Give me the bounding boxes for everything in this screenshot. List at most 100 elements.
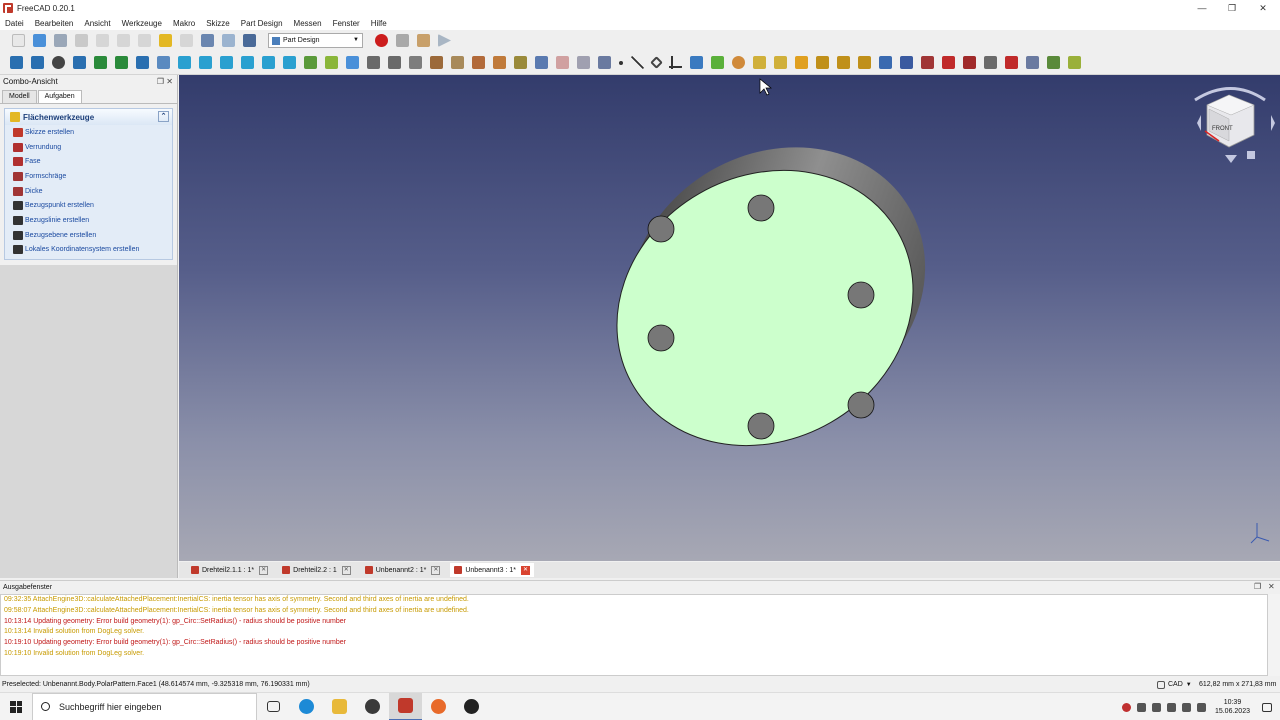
subtractive-primitive-icon[interactable] — [493, 56, 506, 69]
pad-feature-icon[interactable] — [690, 56, 703, 69]
output-log[interactable]: 09:32:35 AttachEngine3D::calculateAttach… — [0, 594, 1268, 676]
menu-messen[interactable]: Messen — [294, 19, 322, 28]
tab-modell[interactable]: Modell — [2, 90, 37, 103]
navigation-style-label[interactable]: CAD — [1168, 681, 1183, 688]
datum-plane-toolbar-icon[interactable] — [650, 56, 663, 69]
macro-run-icon[interactable] — [438, 34, 451, 47]
doc-tab[interactable]: Drehteil2.2 : 1 ✕ — [278, 563, 355, 577]
combo-view-controls[interactable]: ❐ ✕ — [157, 77, 173, 86]
link-icon[interactable] — [367, 56, 380, 69]
mirrored-icon[interactable] — [535, 56, 548, 69]
recompute-icon[interactable] — [222, 34, 235, 47]
taskbar-explorer[interactable] — [323, 693, 356, 720]
datum-point-toolbar-icon[interactable] — [619, 60, 623, 65]
taskbar-freecad[interactable] — [389, 692, 422, 720]
hole-icon[interactable] — [837, 56, 850, 69]
back-icon[interactable] — [94, 56, 107, 69]
taskbar-search[interactable]: Suchbegriff hier eingeben — [32, 692, 257, 720]
cut-icon[interactable] — [96, 34, 109, 47]
navigation-cube[interactable]: FRONT — [1194, 87, 1275, 164]
task-panel-header[interactable]: Flächenwerkzeuge ⌃ — [5, 109, 172, 125]
doc-tab[interactable]: Unbenannt2 : 1* ✕ — [361, 563, 445, 577]
close-icon[interactable]: ✕ — [341, 565, 351, 575]
close-button[interactable]: ✕ — [1248, 0, 1278, 16]
taskbar-app[interactable] — [356, 693, 389, 720]
3d-view[interactable]: FRONT — [179, 75, 1280, 561]
link-actions-icon[interactable] — [388, 56, 401, 69]
subtractive-box-icon[interactable] — [942, 56, 955, 69]
chamfer-toolbar-icon[interactable] — [984, 56, 997, 69]
menu-hilfe[interactable]: Hilfe — [371, 19, 387, 28]
create-body-icon[interactable] — [325, 56, 338, 69]
task-item[interactable]: Bezugsebene erstellen — [5, 228, 172, 243]
whats-this-icon[interactable] — [243, 34, 256, 47]
tray-recording-icon[interactable] — [1121, 702, 1131, 712]
front-view-icon[interactable] — [178, 56, 191, 69]
menu-skizze[interactable]: Skizze — [206, 19, 230, 28]
fit-all-icon[interactable] — [10, 56, 23, 69]
task-item[interactable]: Fase — [5, 154, 172, 169]
close-icon[interactable]: ✕ — [520, 565, 530, 575]
navcube-left-arrow-icon[interactable] — [1197, 115, 1201, 131]
menu-makro[interactable]: Makro — [173, 19, 195, 28]
taskbar-recorder[interactable] — [455, 693, 488, 720]
rear-view-icon[interactable] — [241, 56, 254, 69]
open-file-icon[interactable] — [33, 34, 46, 47]
datum-line-toolbar-icon[interactable] — [631, 56, 644, 69]
navcube-menu-icon[interactable] — [1247, 151, 1255, 159]
close-icon[interactable]: ✕ — [431, 565, 441, 575]
tray-battery-icon[interactable] — [1181, 702, 1191, 712]
bolt-hole[interactable] — [747, 194, 775, 222]
task-item[interactable]: Bezugspunkt erstellen — [5, 198, 172, 213]
close-icon[interactable]: ✕ — [259, 565, 269, 575]
fit-selection-icon[interactable] — [31, 56, 44, 69]
save-icon[interactable] — [54, 34, 67, 47]
notification-icon[interactable] — [1262, 702, 1272, 712]
draw-style-icon[interactable] — [52, 56, 65, 69]
copy-icon[interactable] — [117, 34, 130, 47]
collapse-icon[interactable]: ⌃ — [158, 111, 169, 122]
bolt-hole[interactable] — [647, 215, 675, 243]
polar-pattern-icon[interactable] — [577, 56, 590, 69]
subtractive-pipe-icon[interactable] — [900, 56, 913, 69]
taskbar-firefox[interactable] — [422, 693, 455, 720]
task-view-button[interactable] — [257, 693, 290, 720]
left-view-icon[interactable] — [283, 56, 296, 69]
bottom-view-icon[interactable] — [262, 56, 275, 69]
top-view-icon[interactable] — [199, 56, 212, 69]
additive-loft-icon[interactable] — [732, 56, 745, 69]
task-item[interactable]: Lokales Koordinatensystem erstellen — [5, 243, 172, 258]
additive-pipe-icon[interactable] — [753, 56, 766, 69]
isometric-view-icon[interactable] — [136, 56, 149, 69]
task-item[interactable]: Dicke — [5, 184, 172, 199]
part-flange[interactable] — [559, 94, 982, 499]
sketch-toolbar-icon[interactable] — [1047, 56, 1060, 69]
pocket-icon[interactable] — [816, 56, 829, 69]
linear-pattern-icon[interactable] — [556, 56, 569, 69]
float-icon[interactable]: ❐ — [1254, 582, 1261, 591]
bolt-hole[interactable] — [847, 391, 875, 419]
task-item[interactable]: Formschräge — [5, 169, 172, 184]
navcube-right-arrow-icon[interactable] — [1271, 115, 1275, 131]
additive-helix-icon[interactable] — [774, 56, 787, 69]
minimize-button[interactable]: — — [1187, 0, 1217, 16]
output-scrollbar[interactable] — [1268, 594, 1280, 676]
subtractive-helix-icon[interactable] — [921, 56, 934, 69]
start-button[interactable] — [0, 693, 32, 720]
menu-werkzeuge[interactable]: Werkzeuge — [122, 19, 162, 28]
boolean-icon[interactable] — [1026, 56, 1039, 69]
macro-edit-icon[interactable] — [417, 34, 430, 47]
sub-shape-binder-icon[interactable] — [430, 56, 443, 69]
clone-icon[interactable] — [451, 56, 464, 69]
menu-fenster[interactable]: Fenster — [333, 19, 360, 28]
flange-front-face[interactable] — [566, 117, 963, 499]
tray-volume-icon[interactable] — [1196, 702, 1206, 712]
task-item[interactable]: Bezugslinie erstellen — [5, 213, 172, 228]
draft-toolbar-icon[interactable] — [1005, 56, 1018, 69]
undo-icon[interactable] — [159, 34, 172, 47]
create-part-icon[interactable] — [346, 56, 359, 69]
task-item[interactable]: Skizze erstellen — [5, 125, 172, 140]
3d-viewport-canvas[interactable]: FRONT — [179, 75, 1280, 561]
refresh-icon[interactable] — [201, 34, 214, 47]
groove-icon[interactable] — [858, 56, 871, 69]
